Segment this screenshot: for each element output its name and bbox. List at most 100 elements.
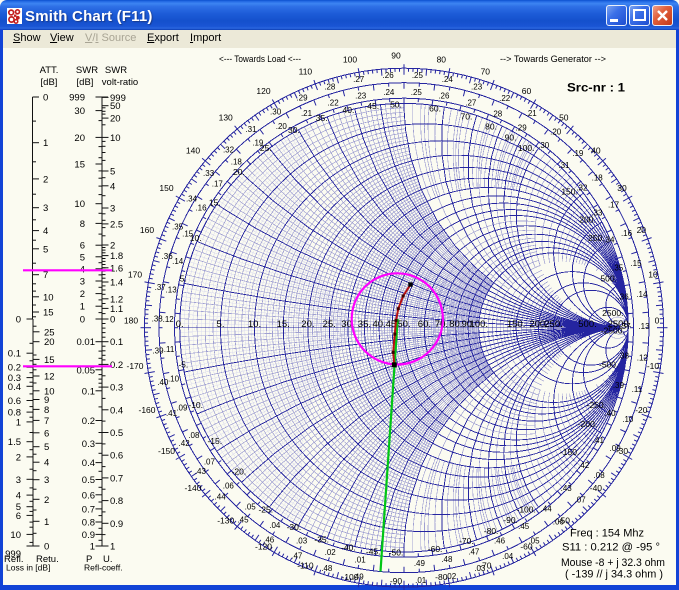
svg-text:4: 4: [16, 491, 21, 502]
svg-text:0: 0: [16, 315, 21, 326]
svg-text:500.: 500.: [600, 274, 617, 284]
svg-text:2: 2: [110, 241, 115, 252]
svg-text:1: 1: [44, 517, 49, 528]
svg-text:.24: .24: [383, 88, 395, 97]
svg-text:.15: .15: [630, 259, 642, 268]
svg-text:.07: .07: [204, 457, 216, 466]
svg-text:.16: .16: [621, 229, 633, 238]
svg-text:.45: .45: [518, 522, 530, 531]
svg-text:100.: 100.: [518, 143, 535, 153]
svg-text:-35.: -35.: [314, 535, 329, 545]
svg-text:.21: .21: [301, 109, 313, 118]
svg-text:50.: 50.: [390, 100, 402, 110]
svg-text:0.9: 0.9: [110, 519, 123, 530]
svg-text:10: 10: [10, 530, 21, 541]
svg-text:999: 999: [69, 93, 85, 104]
svg-text:.47: .47: [468, 548, 480, 557]
svg-text:15.: 15.: [209, 197, 221, 207]
svg-text:80.: 80.: [485, 122, 497, 132]
svg-text:0.2: 0.2: [82, 416, 95, 427]
svg-text:1: 1: [80, 302, 85, 313]
svg-text:130: 130: [219, 113, 233, 123]
svg-text:.46: .46: [494, 537, 506, 546]
svg-text:-45.: -45.: [366, 547, 381, 557]
svg-text:90.: 90.: [505, 133, 517, 143]
svg-text:80: 80: [437, 55, 447, 65]
svg-text:.05: .05: [528, 536, 540, 545]
svg-text:-25.: -25.: [258, 504, 273, 514]
svg-text:.03: .03: [474, 564, 486, 573]
svg-text:-90.: -90.: [503, 515, 518, 525]
svg-text:-60.: -60.: [428, 544, 443, 554]
svg-text:2: 2: [44, 495, 49, 506]
svg-text:.30: .30: [270, 108, 282, 117]
svg-text:.41: .41: [593, 436, 605, 445]
svg-text:.43: .43: [195, 467, 207, 476]
svg-text:.48: .48: [321, 564, 333, 573]
svg-text:10.: 10.: [248, 319, 261, 330]
svg-text:.12: .12: [163, 315, 175, 324]
svg-text:60.: 60.: [418, 319, 431, 330]
svg-text:70: 70: [481, 67, 491, 77]
svg-text:Src-nr : 1: Src-nr : 1: [567, 81, 625, 95]
svg-text:.24: .24: [442, 75, 454, 84]
svg-text:0.5: 0.5: [82, 475, 95, 486]
svg-text:0.01: 0.01: [77, 337, 96, 348]
svg-text:50.: 50.: [397, 319, 410, 330]
svg-text:150.: 150.: [561, 187, 578, 197]
svg-text:.47: .47: [291, 552, 303, 561]
svg-text:-150.: -150.: [560, 447, 579, 457]
svg-text:.31: .31: [245, 125, 257, 134]
svg-text:.20: .20: [550, 128, 562, 137]
svg-text:0.3: 0.3: [110, 383, 123, 394]
svg-text:0.3: 0.3: [82, 439, 95, 450]
svg-text:0: 0: [655, 316, 660, 326]
svg-text:[dB]: [dB]: [77, 77, 94, 88]
svg-text:35.: 35.: [358, 319, 371, 330]
svg-text:.13: .13: [638, 322, 650, 331]
svg-text:0.5: 0.5: [110, 428, 123, 439]
svg-text:0.4: 0.4: [8, 382, 21, 393]
svg-text:.32: .32: [223, 146, 235, 155]
svg-text:-140: -140: [184, 483, 201, 493]
svg-text:.23: .23: [471, 83, 483, 92]
svg-text:.08: .08: [188, 431, 200, 440]
svg-text:.16: .16: [195, 203, 207, 212]
svg-text:-70.: -70.: [459, 536, 474, 546]
svg-text:20.: 20.: [233, 167, 245, 177]
svg-text:.14: .14: [172, 257, 184, 266]
svg-text:25.: 25.: [323, 319, 336, 330]
svg-text:.07: .07: [575, 496, 587, 505]
svg-text:<--- Towards Load <---: <--- Towards Load <---: [219, 54, 301, 65]
svg-text:15.: 15.: [277, 319, 290, 330]
svg-text:.12: .12: [637, 354, 649, 363]
svg-text:1: 1: [90, 542, 95, 553]
svg-text:4: 4: [44, 458, 49, 469]
svg-text:100.: 100.: [470, 319, 489, 330]
svg-text:.01: .01: [415, 576, 427, 585]
svg-text:.01: .01: [355, 556, 367, 565]
svg-text:30: 30: [74, 106, 85, 117]
svg-text:1: 1: [16, 417, 21, 428]
svg-text:.04: .04: [269, 521, 281, 530]
svg-text:30.: 30.: [288, 125, 300, 135]
svg-text:40.: 40.: [342, 105, 354, 115]
svg-text:0.6: 0.6: [8, 396, 21, 407]
svg-text:.29: .29: [516, 124, 528, 133]
svg-text:8: 8: [80, 219, 85, 230]
svg-text:[dB]: [dB]: [41, 77, 58, 88]
svg-text:0.9: 0.9: [82, 530, 95, 541]
svg-text:1.1: 1.1: [110, 304, 123, 315]
svg-text:1.8: 1.8: [110, 251, 123, 262]
svg-text:20: 20: [44, 337, 55, 348]
svg-text:.09: .09: [176, 403, 188, 412]
svg-text:20: 20: [74, 133, 85, 144]
svg-text:5.: 5.: [217, 319, 225, 330]
svg-text:150: 150: [159, 183, 173, 193]
svg-text:20.: 20.: [301, 319, 314, 330]
svg-text:-170: -170: [126, 361, 143, 371]
svg-text:80.: 80.: [449, 319, 462, 330]
svg-text:.25: .25: [411, 88, 423, 97]
svg-text:15: 15: [74, 160, 85, 171]
svg-text:-40.: -40.: [341, 542, 356, 552]
